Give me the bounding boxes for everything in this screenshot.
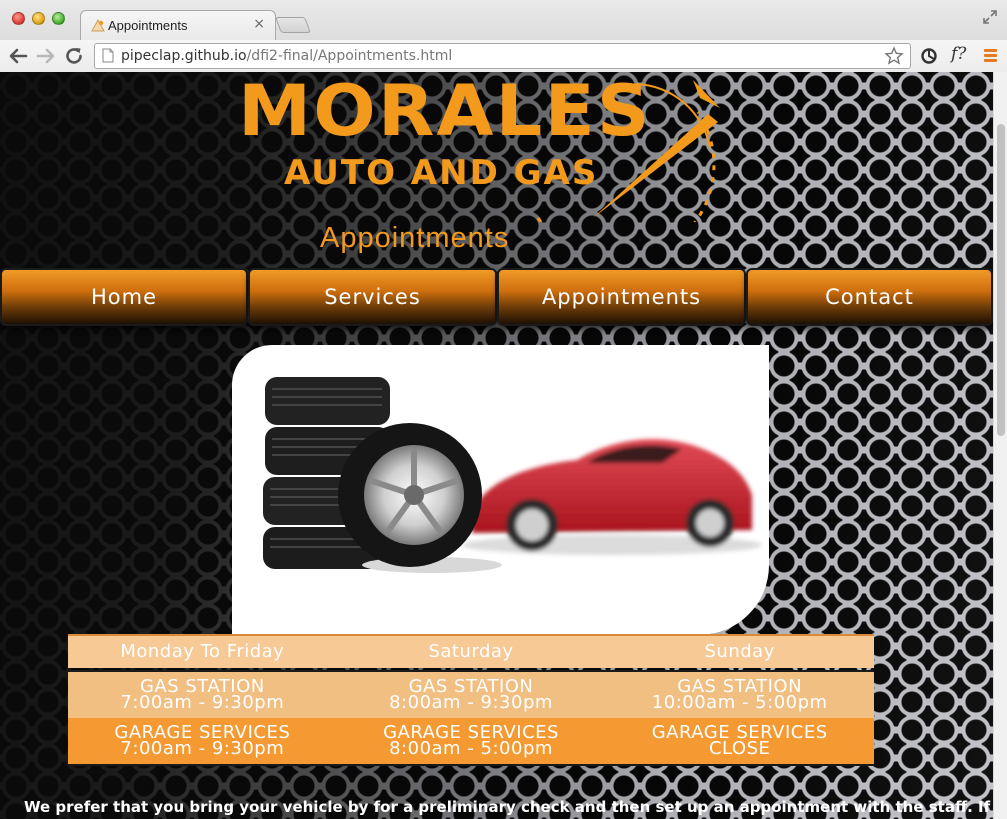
logo-subtitle: AUTO AND GAS <box>284 153 599 193</box>
gas-station-time: 10:00am - 5:00pm <box>651 692 828 713</box>
gas-station-cell: GAS STATION 8:00am - 9:30pm <box>337 672 606 718</box>
url-path: /dfi2-final/Appointments.html <box>246 48 453 64</box>
gas-station-row: GAS STATION 7:00am - 9:30pm GAS STATION … <box>68 670 874 718</box>
garage-services-cell: GARAGE SERVICES 8:00am - 5:00pm <box>337 718 606 764</box>
forward-arrow-icon[interactable] <box>34 44 58 68</box>
nav-home[interactable]: Home <box>0 268 248 326</box>
garage-services-time: 7:00am - 9:30pm <box>120 738 285 759</box>
tires-and-car-illustration <box>263 377 762 573</box>
bookmark-star-icon[interactable] <box>884 46 904 66</box>
favicon-icon <box>91 19 105 32</box>
main-nav: Home Services Appointments Contact <box>0 268 993 326</box>
scrollbar-thumb[interactable] <box>997 124 1005 436</box>
gas-station-time: 7:00am - 9:30pm <box>120 692 285 713</box>
garage-services-row: GARAGE SERVICES 7:00am - 9:30pm GARAGE S… <box>68 718 874 766</box>
browser-tab[interactable]: Appointments × <box>80 10 276 40</box>
url-host: pipeclap.github.io <box>121 48 247 64</box>
minimize-window-button[interactable] <box>32 12 45 25</box>
gas-station-cell: GAS STATION 10:00am - 5:00pm <box>605 672 874 718</box>
page-viewport: MORALES AUTO AND GAS Appointments Home S… <box>0 72 993 819</box>
page-scrollbar[interactable] <box>993 72 1007 819</box>
hours-header-cell: Saturday <box>428 641 514 662</box>
tab-close-icon[interactable]: × <box>253 16 265 32</box>
nav-contact[interactable]: Contact <box>746 268 993 326</box>
hours-header-cell: Sunday <box>704 641 775 662</box>
reload-icon[interactable] <box>62 44 86 68</box>
tab-title: Appointments <box>108 18 188 33</box>
nav-services-label: Services <box>324 285 421 309</box>
fullscreen-icon[interactable] <box>983 10 997 24</box>
hours-header-row: Monday To Friday Saturday Sunday <box>68 634 874 668</box>
nav-appointments[interactable]: Appointments <box>497 268 746 326</box>
gas-station-cell: GAS STATION 7:00am - 9:30pm <box>68 672 337 718</box>
nav-home-label: Home <box>90 285 157 309</box>
hero-image <box>232 345 769 635</box>
gas-station-time: 8:00am - 9:30pm <box>389 692 553 713</box>
site-logo[interactable]: MORALES AUTO AND GAS <box>238 72 728 222</box>
nav-services[interactable]: Services <box>248 268 497 326</box>
page-icon <box>102 48 114 63</box>
hours-header-cell: Monday To Friday <box>120 641 285 662</box>
new-tab-button[interactable] <box>275 17 311 33</box>
nav-appointments-label: Appointments <box>541 285 702 309</box>
hours-table: Monday To Friday Saturday Sunday GAS STA… <box>68 634 874 769</box>
garage-services-cell: GARAGE SERVICES CLOSE <box>605 718 874 764</box>
nav-contact-label: Contact <box>825 285 914 309</box>
back-arrow-icon[interactable] <box>6 44 30 68</box>
close-window-button[interactable] <box>12 12 25 25</box>
garage-services-cell: GARAGE SERVICES 7:00am - 9:30pm <box>68 718 337 764</box>
address-bar[interactable]: pipeclap.github.io/dfi2-final/Appointmen… <box>94 43 911 69</box>
page-title: Appointments <box>320 222 510 254</box>
extension-icon[interactable] <box>918 45 940 67</box>
menu-icon[interactable] <box>984 49 997 63</box>
garage-services-time: 8:00am - 5:00pm <box>389 738 553 759</box>
zoom-window-button[interactable] <box>52 12 65 25</box>
browser-toolbar: pipeclap.github.io/dfi2-final/Appointmen… <box>0 40 1007 72</box>
font-finder-icon[interactable]: f? <box>951 44 966 64</box>
garage-services-time: CLOSE <box>708 738 771 759</box>
intro-paragraph: We prefer that you bring your vehicle by… <box>24 798 991 816</box>
logo-title: MORALES <box>238 72 652 152</box>
browser-chrome: Appointments × pipeclap.github.io/dfi2-f… <box>0 0 1007 72</box>
url-text: pipeclap.github.io/dfi2-final/Appointmen… <box>121 48 452 64</box>
